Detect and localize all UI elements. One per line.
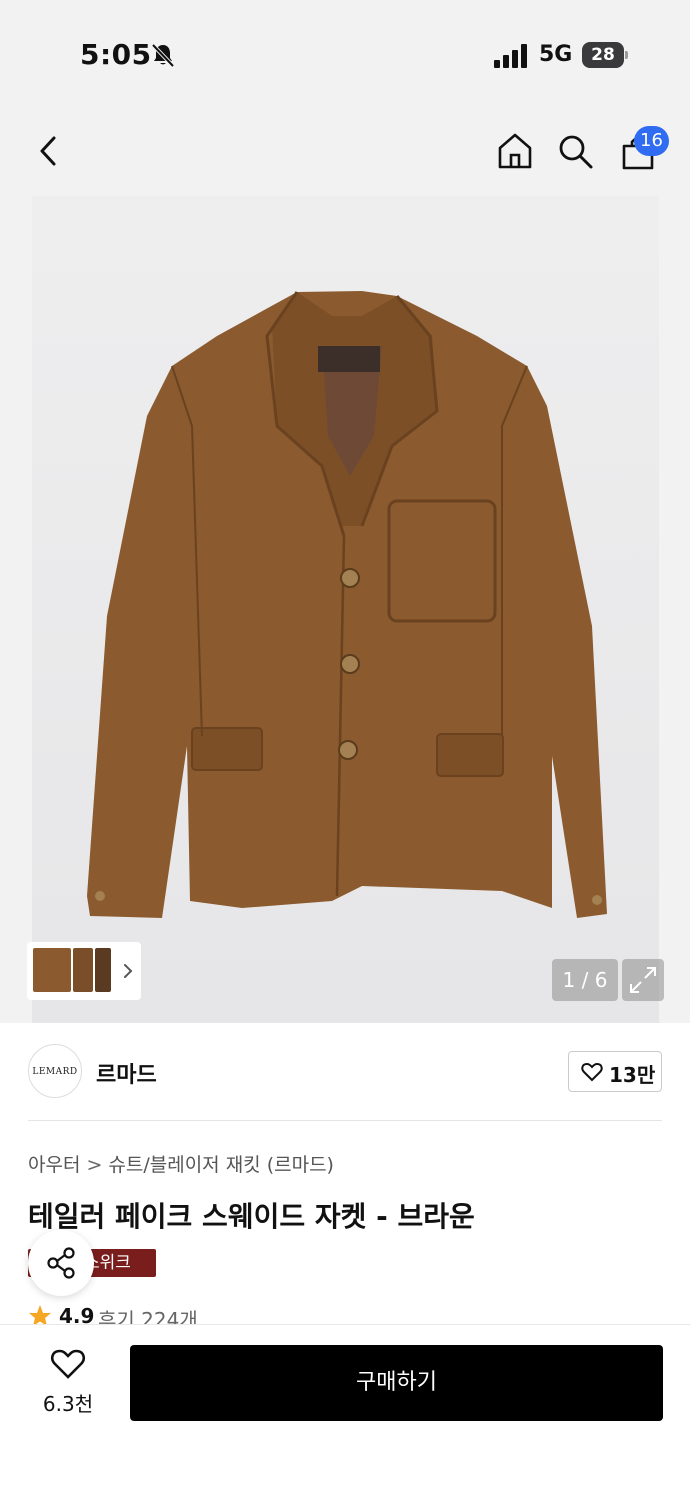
share-button[interactable] xyxy=(28,1230,94,1296)
back-icon[interactable] xyxy=(36,134,64,168)
battery-level: 28 xyxy=(582,42,624,68)
battery-icon: 28 xyxy=(582,42,628,68)
battery-cap xyxy=(625,51,628,59)
brand-like-button[interactable]: 13만 xyxy=(568,1051,662,1092)
home-icon[interactable] xyxy=(496,132,534,170)
heart-icon xyxy=(581,1062,603,1082)
chevron-right-icon[interactable] xyxy=(122,962,134,980)
breadcrumb-category[interactable]: 아우터 xyxy=(28,1154,80,1176)
search-icon[interactable] xyxy=(556,132,594,170)
brand-logo[interactable]: LEMARD xyxy=(28,1044,82,1098)
brand-like-count: 13만 xyxy=(609,1063,656,1087)
status-bar: 5:05 5G 28 xyxy=(0,0,690,110)
chevron-right-icon: > xyxy=(86,1154,103,1176)
breadcrumb: 아우터 > 슈트/블레이저 재킷 (르마드) xyxy=(28,1150,334,1177)
bell-slash-icon xyxy=(151,43,175,68)
thumbnail[interactable] xyxy=(33,948,71,992)
divider xyxy=(28,1120,662,1121)
breadcrumb-subcategory[interactable]: 슈트/블레이저 재킷 (르마드) xyxy=(108,1154,334,1176)
top-navigation: 16 xyxy=(0,120,690,180)
buy-button[interactable]: 구매하기 xyxy=(130,1345,663,1421)
cart-count-badge: 16 xyxy=(634,126,669,156)
page-indicator: 1 / 6 xyxy=(552,959,618,1001)
share-icon xyxy=(47,1247,75,1279)
brand-name[interactable]: 르마드 xyxy=(96,1057,157,1089)
network-label: 5G xyxy=(539,42,573,67)
wishlist-count: 6.3천 xyxy=(42,1392,94,1416)
signal-icon xyxy=(494,44,527,68)
wishlist-heart-icon[interactable] xyxy=(50,1348,86,1380)
product-image[interactable] xyxy=(32,196,659,1023)
product-title: 테일러 페이크 스웨이드 자켓 - 브라운 xyxy=(28,1200,475,1233)
expand-icon xyxy=(630,967,656,993)
thumbnail[interactable] xyxy=(95,948,111,992)
thumbnail[interactable] xyxy=(73,948,93,992)
jacket-illustration xyxy=(87,291,607,918)
status-time: 5:05 xyxy=(80,38,152,71)
expand-button[interactable] xyxy=(622,959,664,1001)
